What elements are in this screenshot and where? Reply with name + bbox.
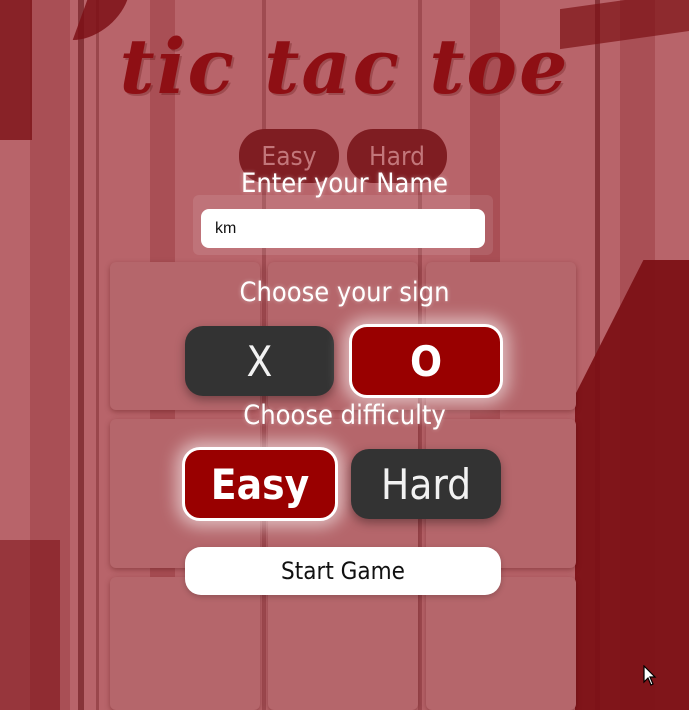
sign-label: Choose your sign [239,277,450,308]
start-game-button[interactable]: Start Game [185,547,501,595]
name-input[interactable] [201,209,485,248]
difficulty-label: Choose difficulty [243,400,446,431]
board-cell-9[interactable] [426,577,576,710]
difficulty-hard-button[interactable]: Hard [351,449,501,519]
board-cell-8[interactable] [268,577,418,710]
sign-o-button[interactable]: O [349,324,503,398]
difficulty-easy-button[interactable]: Easy [182,447,338,521]
app-title: tic tac toe [119,22,570,111]
board-cell-7[interactable] [110,577,260,710]
sign-x-button[interactable]: X [185,326,334,396]
mouse-cursor-icon [643,665,657,686]
